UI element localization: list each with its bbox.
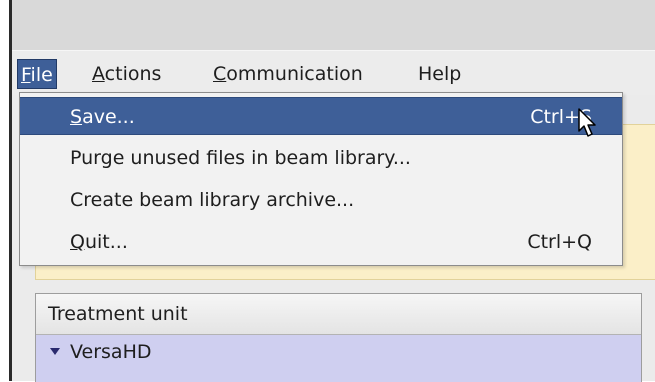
menu-item-quit-mnemonic: Q xyxy=(70,231,85,253)
menu-item-create-archive[interactable]: Create beam library archive... xyxy=(20,181,622,219)
menu-communication-label: ommunication xyxy=(226,63,363,85)
treatment-unit-table: Treatment unit VersaHD xyxy=(35,293,642,382)
row-label: VersaHD xyxy=(70,341,152,363)
menu-item-quit[interactable]: Quit... Ctrl+Q xyxy=(20,223,622,261)
title-bar xyxy=(12,0,655,50)
menu-file-label: ile xyxy=(30,64,53,86)
menu-item-save-label: Save... xyxy=(70,98,135,136)
menu-actions-label: ctions xyxy=(104,63,162,85)
menu-item-save[interactable]: Save... Ctrl+S xyxy=(20,97,622,135)
mouse-pointer-icon xyxy=(578,108,596,137)
column-header-treatment-unit: Treatment unit xyxy=(48,303,188,325)
file-menu-dropdown: Save... Ctrl+S Purge unused files in bea… xyxy=(19,92,623,266)
menu-item-purge-label: Purge unused files in beam library... xyxy=(70,147,411,169)
menu-bar: File Actions Communication Help xyxy=(12,50,655,95)
menu-item-create-archive-label: Create beam library archive... xyxy=(70,189,355,211)
menu-item-save-text: ave... xyxy=(82,106,135,128)
table-header[interactable]: Treatment unit xyxy=(36,294,641,335)
menu-file[interactable]: File xyxy=(17,59,57,89)
menu-actions-mnemonic: A xyxy=(92,63,105,85)
menu-item-quit-shortcut: Ctrl+Q xyxy=(527,231,592,253)
table-row[interactable]: VersaHD xyxy=(36,335,641,382)
menu-help[interactable]: Help xyxy=(415,59,464,89)
menu-file-mnemonic: F xyxy=(21,64,31,86)
triangle-down-icon[interactable] xyxy=(50,348,60,355)
menu-communication-mnemonic: C xyxy=(213,63,227,85)
menu-item-purge-unused-files[interactable]: Purge unused files in beam library... xyxy=(20,139,622,177)
menu-item-quit-label: Quit... xyxy=(70,223,128,261)
menu-help-label: Help xyxy=(418,63,462,85)
menu-item-save-mnemonic: S xyxy=(70,106,83,128)
menu-item-quit-text: uit... xyxy=(84,231,128,253)
menu-actions[interactable]: Actions xyxy=(89,59,164,89)
menu-communication[interactable]: Communication xyxy=(210,59,366,89)
